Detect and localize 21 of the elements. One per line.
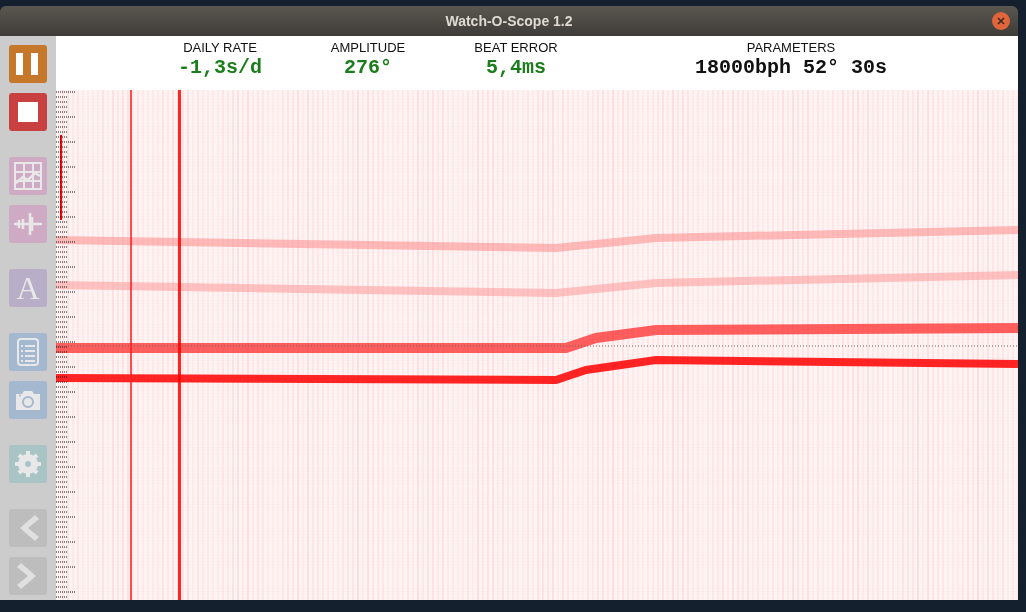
stop-button[interactable] <box>9 93 47 131</box>
readout-value: 5,4ms <box>486 56 546 79</box>
back-button[interactable] <box>9 509 47 547</box>
close-icon <box>997 17 1005 25</box>
text-button[interactable]: A <box>9 269 47 307</box>
chart-button[interactable] <box>9 157 47 195</box>
pause-button[interactable] <box>9 45 47 83</box>
readout-label: PARAMETERS <box>746 40 836 55</box>
readout-label: DAILY RATE <box>183 40 257 55</box>
readout-value: -1,3s/d <box>178 56 262 79</box>
waveform-button[interactable] <box>9 205 47 243</box>
readout-label: AMPLITUDE <box>330 40 406 55</box>
forward-button[interactable] <box>9 557 47 595</box>
close-button[interactable] <box>992 12 1010 30</box>
parameters-value: 18000bph 52° 30s <box>695 56 887 79</box>
window-title: Watch-O-Scope 1.2 <box>445 13 573 29</box>
list-button[interactable] <box>9 333 47 371</box>
camera-button[interactable] <box>9 381 47 419</box>
readout-value: 276° <box>344 56 392 79</box>
settings-button[interactable] <box>9 445 47 483</box>
readout-label: BEAT ERROR <box>474 40 558 55</box>
